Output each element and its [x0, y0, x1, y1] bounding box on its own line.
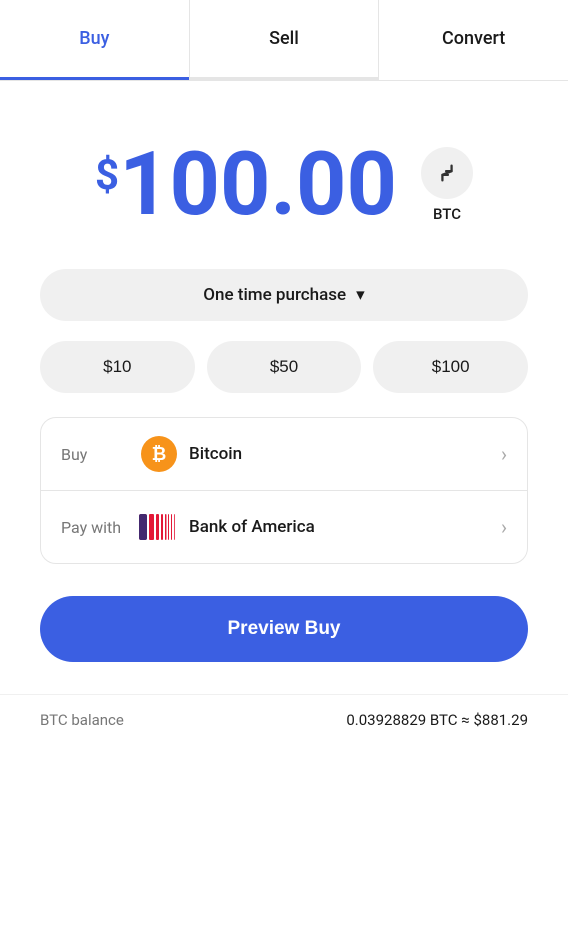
- buy-row-label: Buy: [61, 445, 141, 464]
- preview-buy-button[interactable]: Preview Buy: [40, 596, 528, 662]
- pay-row-label: Pay with: [61, 518, 141, 537]
- buy-chevron-icon: ›: [501, 442, 507, 466]
- purchase-type-dropdown[interactable]: One time purchase ▾: [40, 269, 528, 321]
- transaction-card: Buy ₿ Bitcoin › Pay with: [40, 417, 528, 564]
- tab-sell[interactable]: Sell: [189, 0, 380, 80]
- currency-symbol: $: [95, 151, 119, 200]
- amount-value: 100.00: [119, 141, 397, 229]
- boa-logo-icon: [139, 513, 179, 541]
- amount-section: $ 100.00 BTC: [0, 81, 568, 269]
- bank-name: Bank of America: [189, 517, 501, 537]
- quick-amount-10[interactable]: $10: [40, 341, 195, 393]
- btc-balance-value: 0.03928829 BTC ≈ $881.29: [346, 711, 528, 729]
- quick-amount-100[interactable]: $100: [373, 341, 528, 393]
- amount-row: $ 100.00 BTC: [95, 141, 473, 229]
- asset-name: Bitcoin: [189, 444, 501, 464]
- toggle-label: BTC: [433, 205, 461, 223]
- btc-circle-icon: ₿: [141, 436, 177, 472]
- purchase-section: One time purchase ▾: [0, 269, 568, 321]
- currency-toggle[interactable]: BTC: [421, 147, 473, 223]
- pay-chevron-icon: ›: [501, 515, 507, 539]
- btc-balance-label: BTC balance: [40, 711, 124, 729]
- quick-amounts: $10 $50 $100: [0, 341, 568, 393]
- buy-asset-row[interactable]: Buy ₿ Bitcoin ›: [41, 418, 527, 491]
- tab-convert[interactable]: Convert: [379, 0, 568, 80]
- pay-with-row[interactable]: Pay with Bank of America: [41, 491, 527, 563]
- bank-icon: [141, 509, 177, 545]
- amount-display: $ 100.00: [95, 141, 397, 229]
- balance-footer: BTC balance 0.03928829 BTC ≈ $881.29: [0, 694, 568, 745]
- btc-symbol: ₿: [152, 444, 167, 465]
- dropdown-arrow-icon: ▾: [356, 285, 365, 305]
- bitcoin-icon: ₿: [141, 436, 177, 472]
- toggle-icon[interactable]: [421, 147, 473, 199]
- purchase-type-label: One time purchase: [203, 285, 346, 305]
- quick-amount-50[interactable]: $50: [207, 341, 362, 393]
- tab-bar: Buy Sell Convert: [0, 0, 568, 81]
- tab-buy[interactable]: Buy: [0, 0, 189, 80]
